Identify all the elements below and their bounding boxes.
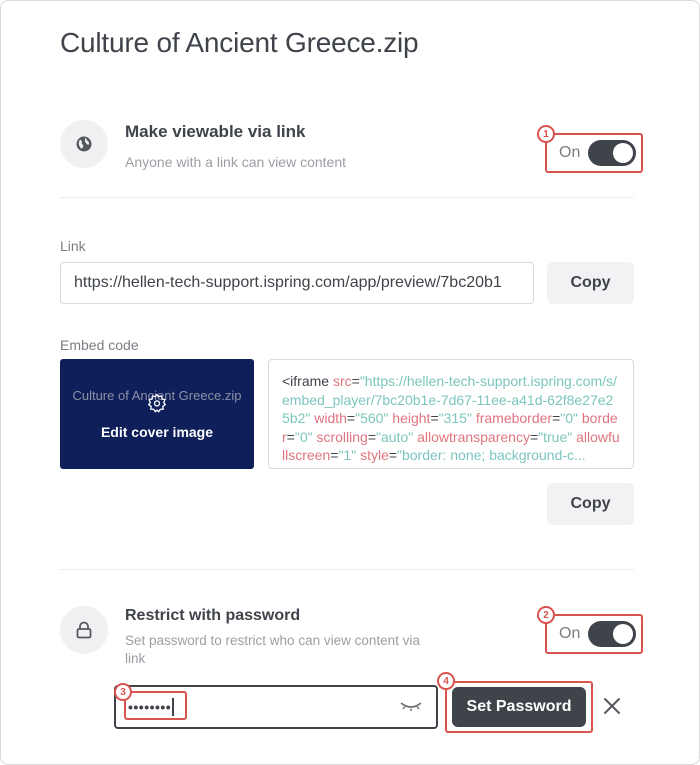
edit-cover-image-label: Edit cover image xyxy=(100,424,214,440)
code-token-eq: = xyxy=(286,428,295,445)
code-token-eq: = xyxy=(351,373,360,389)
annotation-badge-4: 4 xyxy=(437,672,455,690)
cover-image[interactable]: Culture of Ancient Greece.zip Edit cover… xyxy=(60,359,254,469)
code-token-eq: = xyxy=(388,447,398,463)
embed-code-box[interactable]: <iframe src="https://hellen-tech-support… xyxy=(268,359,634,469)
code-token-attr: height xyxy=(392,410,431,426)
link-value: https://hellen-tech-support.ispring.com/… xyxy=(74,274,502,291)
gear-icon xyxy=(148,394,166,413)
divider xyxy=(60,569,634,570)
link-label: Link xyxy=(60,238,86,254)
code-token-attr: frameborder xyxy=(475,410,553,426)
code-token-attr: width xyxy=(314,410,347,426)
annotation-badge-2: 2 xyxy=(537,606,555,624)
code-token-val: "0" xyxy=(294,428,317,445)
code-token-val: "560" xyxy=(355,410,393,426)
globe-icon-container xyxy=(60,120,108,168)
link-section-title: Make viewable via link xyxy=(125,122,306,141)
code-token-attr: src xyxy=(332,373,352,389)
code-token-eq: = xyxy=(529,428,539,445)
lock-icon-container xyxy=(60,606,108,654)
code-token-val: "true" xyxy=(538,428,577,445)
embed-label: Embed code xyxy=(60,337,139,353)
code-token-eq: = xyxy=(367,428,377,445)
share-dialog: Culture of Ancient Greece.zip Make viewa… xyxy=(0,0,700,765)
copy-link-button[interactable]: Copy xyxy=(547,262,634,304)
code-token-val: "1" xyxy=(338,447,361,463)
password-section-title: Restrict with password xyxy=(125,607,301,624)
annotation-box-2 xyxy=(545,614,643,654)
password-section-subtitle: Set password to restrict who can view co… xyxy=(125,633,420,666)
copy-embed-button[interactable]: Copy xyxy=(547,483,634,525)
code-token-attr: style xyxy=(360,447,389,463)
close-icon[interactable] xyxy=(602,696,622,716)
link-input[interactable]: https://hellen-tech-support.ispring.com/… xyxy=(60,262,534,304)
link-section-subtitle: Anyone with a link can view content xyxy=(125,154,347,170)
code-token-eq: = xyxy=(346,410,356,426)
annotation-box-4 xyxy=(445,681,593,733)
globe-icon xyxy=(76,136,92,152)
code-token-attr: allowtransparency xyxy=(417,428,530,445)
annotation-badge-1: 1 xyxy=(537,125,555,143)
annotation-box-1 xyxy=(545,133,643,173)
code-token-tag: <iframe xyxy=(282,373,333,389)
eye-closed-icon[interactable] xyxy=(400,700,422,712)
annotation-badge-3: 3 xyxy=(114,683,132,701)
code-token-attr: scrolling xyxy=(316,428,368,445)
code-token-val: "auto" xyxy=(376,428,418,445)
lock-icon xyxy=(76,621,92,639)
divider xyxy=(60,197,634,198)
annotation-box-3 xyxy=(124,691,187,720)
code-token-val: "border: none; background-c... xyxy=(397,447,586,463)
code-token-val: "315" xyxy=(438,410,476,426)
code-token-eq: = xyxy=(430,410,439,426)
code-token-val: "0" xyxy=(560,410,582,426)
dialog-title: Culture of Ancient Greece.zip xyxy=(60,27,419,58)
